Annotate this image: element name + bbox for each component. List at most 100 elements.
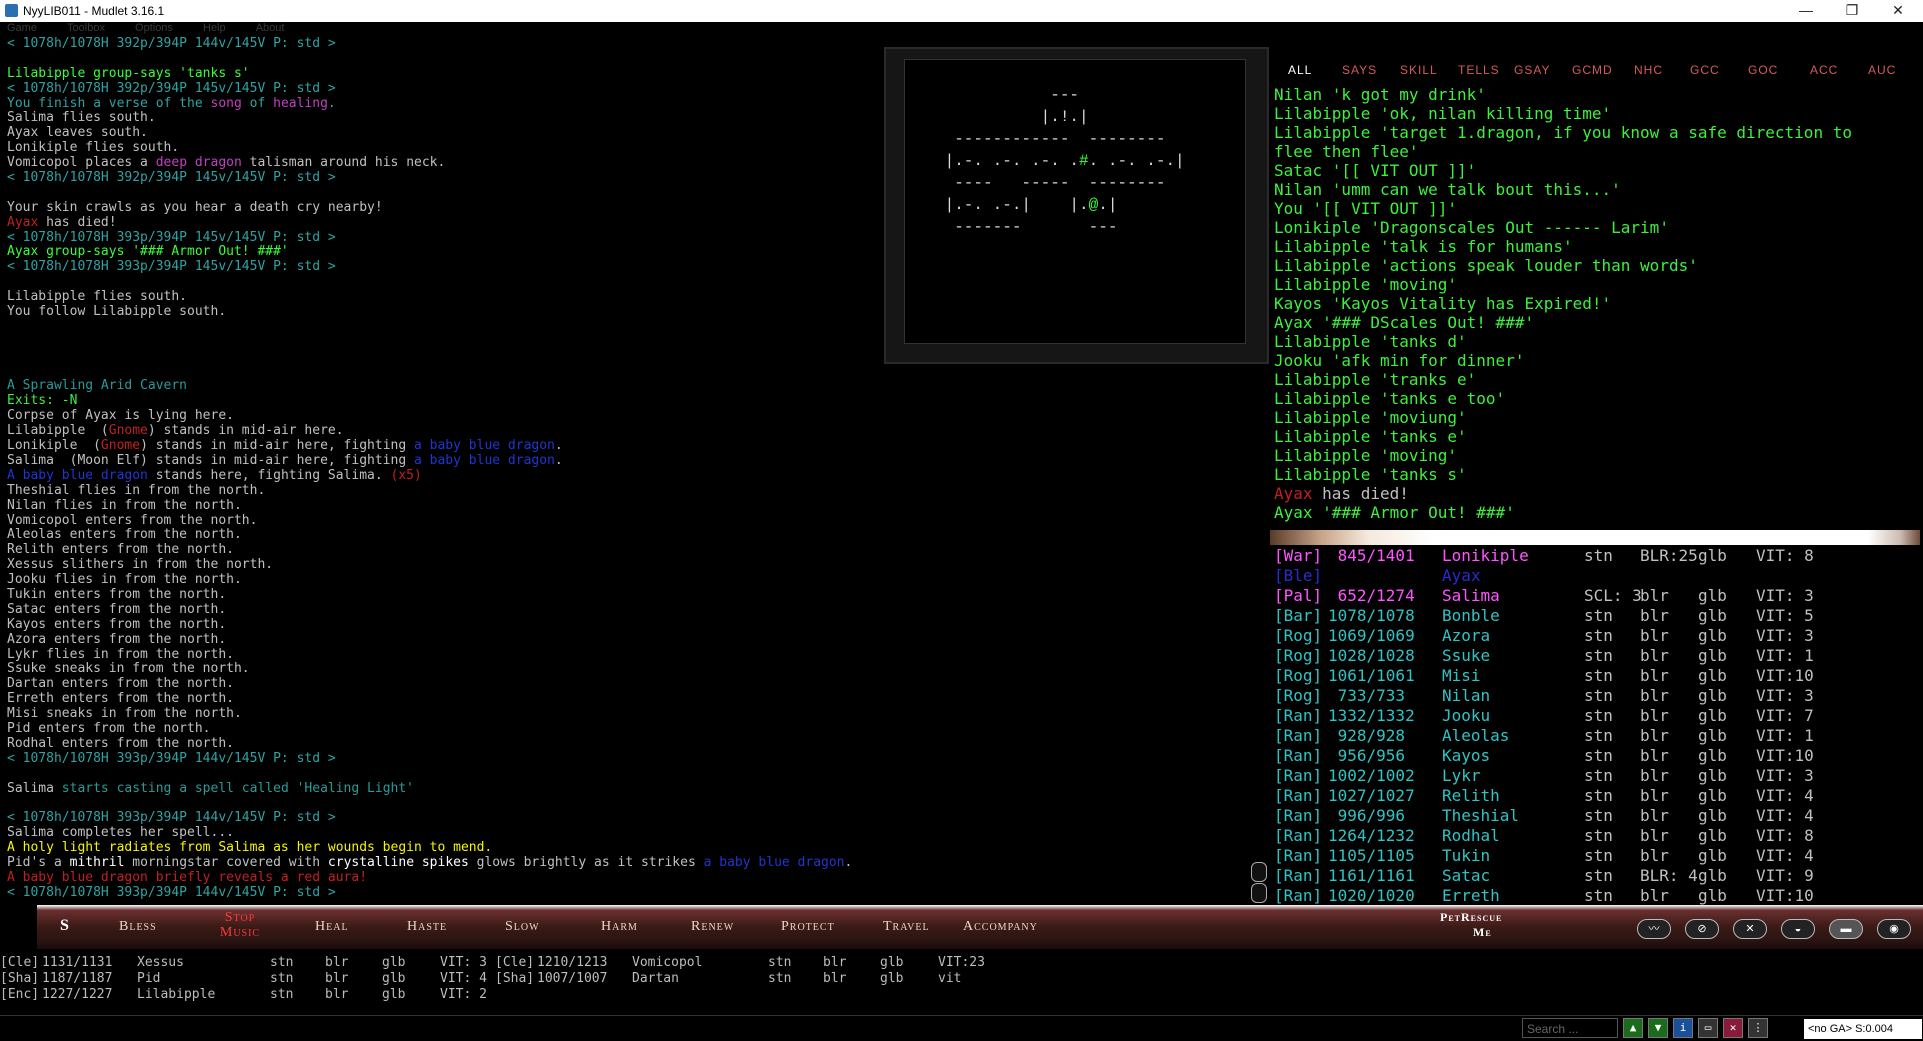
console-text: Salima (Moon Elf) stands in mid-air here… — [7, 452, 414, 468]
maximize-button[interactable]: ❐ — [1829, 0, 1875, 22]
group-name: Rodhal — [1442, 826, 1500, 845]
group-g: glb — [1698, 806, 1727, 825]
info-icon[interactable]: i — [1673, 1018, 1693, 1038]
chat-line: Ayax '### Armor Out! ###' — [1274, 503, 1515, 522]
s-label[interactable]: S — [60, 917, 69, 935]
menu-toolbox[interactable]: Toolbox — [67, 22, 105, 34]
tab-skill[interactable]: SKILL — [1400, 63, 1438, 77]
minimize-button[interactable]: — — [1783, 0, 1829, 22]
group-pos: stn — [1584, 786, 1613, 805]
console-text: Ayax — [7, 214, 39, 230]
heal-button[interactable]: Heal — [315, 919, 349, 935]
helmet-icon[interactable]: ▬ — [1829, 919, 1863, 939]
bless-button[interactable]: Bless — [119, 919, 157, 935]
console-text: Gnome — [108, 423, 148, 439]
haste-button[interactable]: Haste — [407, 919, 447, 935]
search-input[interactable]: Search ... — [1522, 1018, 1618, 1038]
console-line: Relith enters from the north. — [0, 542, 1255, 558]
bottom-group-pos2: stn — [768, 955, 792, 970]
console-line: Lykr flies in from the north. — [0, 647, 1255, 663]
tab-nhc[interactable]: NHC — [1634, 63, 1663, 77]
chat-text: has died! — [1312, 484, 1409, 503]
group-vit: VIT:10 — [1756, 746, 1814, 765]
chat-line: flee then flee' — [1274, 142, 1419, 161]
up-arrow-icon[interactable]: ▲ — [1623, 1018, 1643, 1038]
tab-gcmd[interactable]: GCMD — [1572, 63, 1613, 77]
tab-auc[interactable]: AUC — [1868, 63, 1896, 77]
console-text: of — [241, 95, 274, 111]
cross-swords-icon[interactable]: ✕ — [1733, 919, 1767, 939]
group-vit: VIT: 3 — [1756, 766, 1814, 785]
console-line: Erreth enters from the north. — [0, 691, 1255, 707]
scroll-lock-button[interactable] — [1251, 883, 1267, 903]
accompany-button[interactable]: Accompany — [963, 919, 1038, 935]
settings-icon[interactable]: ⋮ — [1748, 1018, 1768, 1038]
tab-tells[interactable]: TELLS — [1458, 63, 1500, 77]
group-hp: 652/1274 — [1328, 586, 1415, 605]
group-hp: 1161/1161 — [1328, 866, 1415, 885]
tab-says[interactable]: SAYS — [1342, 63, 1377, 77]
console-text: < 1078h/1078H 392p/394P 145v/145V P: std… — [7, 80, 336, 96]
tab-all[interactable]: ALL — [1288, 63, 1312, 77]
map-view[interactable]: --- |.!.| ------------ -------- |.-. .-.… — [904, 59, 1246, 344]
map-row: ---- ----- -------- — [935, 174, 1166, 192]
console-line: Exits: -N — [0, 393, 1255, 409]
group-b: blr — [1640, 806, 1669, 825]
console-line: Lonikiple (Gnome) stands in mid-air here… — [0, 438, 1255, 454]
console-text: Pid's a — [7, 854, 70, 870]
console-line: Misi sneaks in from the north. — [0, 706, 1255, 722]
chat-line: Lilabipple 'tranks e' — [1274, 370, 1477, 389]
group-b: blr — [1640, 846, 1669, 865]
map-panel: --- |.!.| ------------ -------- |.-. .-.… — [884, 47, 1269, 364]
tab-goc[interactable]: GOC — [1748, 63, 1778, 77]
group-name: Lonikiple — [1442, 546, 1529, 565]
down-arrow-icon[interactable]: ▼ — [1648, 1018, 1668, 1038]
group-member-row: [Ran] 1161/1161 Satac stn BLR: 4 glb VIT: 9 — [1274, 866, 1923, 886]
menu-help[interactable]: Help — [203, 22, 226, 34]
close-button[interactable]: ✕ — [1875, 0, 1921, 22]
tab-gsay[interactable]: GSAY — [1514, 63, 1550, 77]
scroll-up-button[interactable] — [1251, 862, 1267, 882]
chat-window[interactable]: Nilan 'k got my drink' Lilabipple 'ok, ni… — [1274, 85, 1916, 525]
console-line: Rodhal enters from the north. — [0, 736, 1255, 752]
group-g: glb — [1698, 626, 1727, 645]
console-text: Kayos enters from the north. — [7, 616, 227, 632]
console-text: Your skin crawls as you hear a death cry… — [7, 199, 383, 215]
bottom-group-vit2: vit — [938, 971, 962, 986]
protect-button[interactable]: Protect — [781, 919, 835, 935]
pet-rescue-me-label[interactable]: Me — [1473, 925, 1492, 940]
no-sneak-icon[interactable]: ⊘ — [1685, 919, 1719, 939]
menu-game[interactable]: Game — [7, 22, 37, 34]
heartbeat-icon[interactable]: 〰 — [1637, 919, 1671, 939]
chat-tabs: ALL SAYS SKILL TELLS GSAY GCMD NHC GCC GOC ACC AUC — [1270, 60, 1920, 82]
bottom-group-status: [Cle] 1131/1131 Xessus stn blr glb VIT: 3 [Cle]… — [0, 955, 1200, 1003]
shield-icon[interactable]: ◒ — [1781, 919, 1815, 939]
bottom-group-row: [Enc] 1227/1227 Lilabipple stn blr glb VIT: 2 — [0, 987, 1200, 1003]
error-log-icon[interactable]: ✕ — [1723, 1018, 1743, 1038]
group-vit: VIT: 1 — [1756, 646, 1814, 665]
stop-music-button[interactable]: Stop Music — [215, 910, 265, 940]
group-g: glb — [1698, 706, 1727, 725]
group-hp: 996/996 — [1328, 806, 1406, 825]
group-member-row: [Pal] 652/1274 Salima SCL: 3 blr glb VIT: 3 — [1274, 586, 1923, 606]
timestamp-icon[interactable]: ▭ — [1698, 1018, 1718, 1038]
console-line: Satac enters from the north. — [0, 602, 1255, 618]
group-b: blr — [1640, 626, 1669, 645]
renew-button[interactable]: Renew — [691, 919, 734, 935]
mudlet-app-icon — [5, 4, 18, 17]
eye-icon[interactable]: ◉ — [1877, 919, 1911, 939]
travel-button[interactable]: Travel — [883, 919, 930, 935]
tab-gcc[interactable]: GCC — [1690, 63, 1720, 77]
tab-acc[interactable]: ACC — [1810, 63, 1838, 77]
slow-button[interactable]: Slow — [505, 919, 540, 935]
console-text: < 1078h/1078H 393p/394P 144v/145V P: std… — [7, 884, 336, 900]
harm-button[interactable]: Harm — [601, 919, 638, 935]
group-b: blr — [1640, 586, 1669, 605]
group-member-row: [Ran] 1105/1105 Tukin stn blr glb VIT: 4 — [1274, 846, 1923, 866]
menu-options[interactable]: Options — [135, 22, 173, 34]
menu-bar: Game Toolbox Options Help About — [0, 22, 1280, 37]
menu-about[interactable]: About — [256, 22, 285, 34]
console-line: Tukin enters from the north. — [0, 587, 1255, 603]
pet-rescue-button[interactable]: PetRescue — [1440, 910, 1502, 925]
